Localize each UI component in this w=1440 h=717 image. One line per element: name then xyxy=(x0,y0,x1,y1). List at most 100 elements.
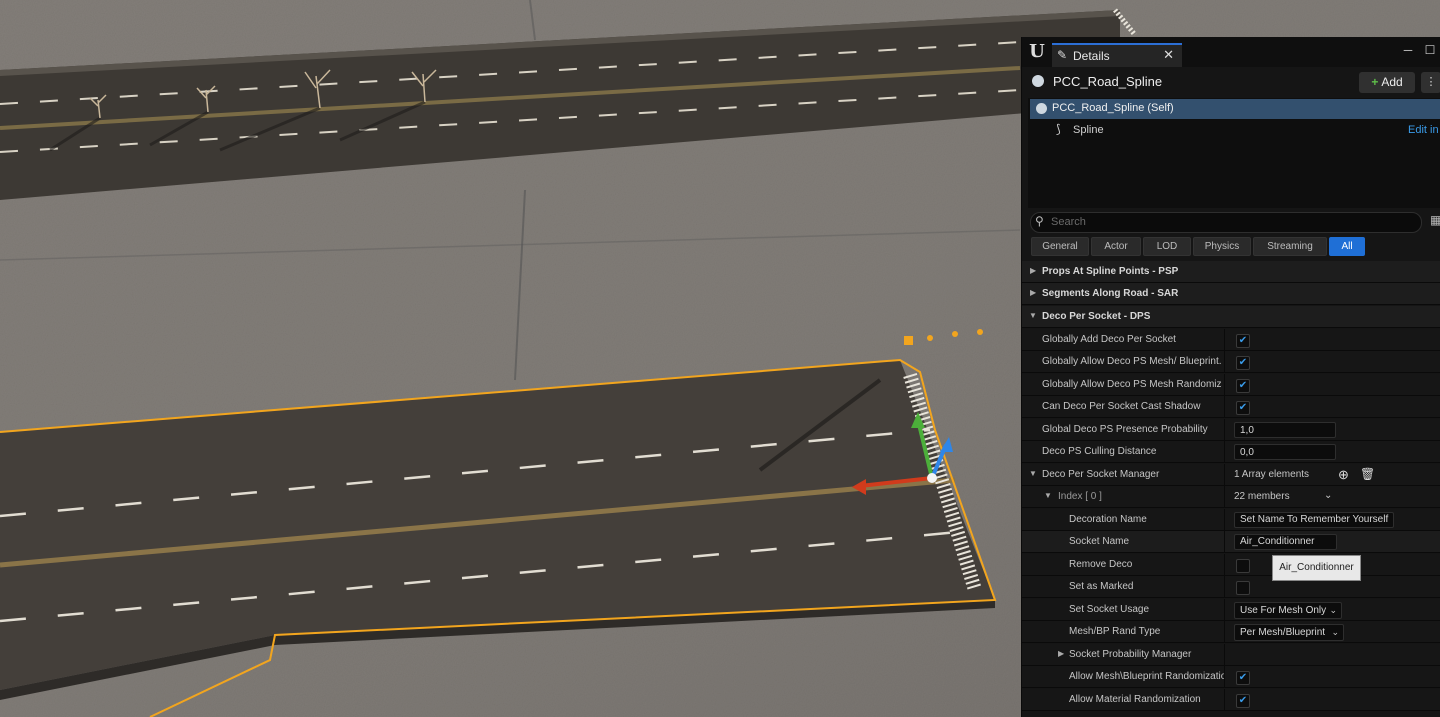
add-component-button[interactable]: + Add xyxy=(1359,72,1415,93)
prop-label: Globally Add Deco Per Socket xyxy=(1042,334,1176,345)
allow-mesh-bp-rand-checkbox[interactable]: ✔ xyxy=(1236,671,1250,685)
window-controls: ─ ☐ xyxy=(1397,43,1440,57)
collapse-icon[interactable]: ▼ xyxy=(1044,491,1052,500)
tab-title: Details xyxy=(1073,49,1110,63)
prop-label: Allow Material Randomization xyxy=(1069,694,1201,705)
edit-in-link[interactable]: Edit in xyxy=(1408,124,1439,136)
filter-physics[interactable]: Physics xyxy=(1193,237,1251,256)
category-dps[interactable]: ▼ Deco Per Socket - DPS xyxy=(1022,306,1440,328)
column-divider xyxy=(1224,576,1225,598)
component-label: Spline xyxy=(1073,124,1104,136)
prop-socket-usage: Set Socket Usage Use For Mesh Only ⌄ xyxy=(1022,599,1440,621)
expand-icon: ▶ xyxy=(1030,266,1037,275)
select-value: Per Mesh/Blueprint xyxy=(1240,627,1326,638)
decoration-name-input[interactable]: Set Name To Remember Yourself xyxy=(1234,512,1394,528)
column-divider xyxy=(1224,486,1225,508)
details-panel: U ✎ Details ✕ ─ ☐ PCC_Road_Spline + Add ⋮ … xyxy=(1021,37,1440,717)
close-icon[interactable]: ✕ xyxy=(1163,47,1174,63)
rand-type-select[interactable]: Per Mesh/Blueprint ⌄ xyxy=(1234,624,1344,641)
minimize-icon[interactable]: ─ xyxy=(1397,43,1419,57)
prop-culling-distance: Deco PS Culling Distance 0,0 xyxy=(1022,441,1440,463)
set-marked-checkbox[interactable] xyxy=(1236,581,1250,595)
category-psp[interactable]: ▶ Props At Spline Points - PSP xyxy=(1022,261,1440,283)
column-divider xyxy=(1224,351,1225,373)
column-divider xyxy=(1224,464,1225,486)
prop-decoration-name: Decoration Name Set Name To Remember You… xyxy=(1022,509,1440,531)
filter-streaming[interactable]: Streaming xyxy=(1253,237,1327,256)
column-divider xyxy=(1224,441,1225,463)
prop-label: Set Socket Usage xyxy=(1069,604,1150,615)
property-matrix-icon[interactable]: ▦ xyxy=(1430,213,1440,227)
filter-lod[interactable]: LOD xyxy=(1143,237,1191,256)
column-divider xyxy=(1224,531,1225,553)
maximize-icon[interactable]: ☐ xyxy=(1419,43,1440,57)
category-sar[interactable]: ▶ Segments Along Road - SAR xyxy=(1022,283,1440,305)
prop-label: Deco Per Socket Manager xyxy=(1042,469,1160,480)
chevron-down-icon: ⌄ xyxy=(1331,627,1339,637)
column-divider xyxy=(1224,509,1225,531)
prop-socket-name: Socket Name Air_Conditionner xyxy=(1022,531,1440,553)
pencil-icon: ✎ xyxy=(1057,48,1068,62)
actor-icon xyxy=(1032,75,1044,87)
prop-label: Globally Allow Deco PS Mesh/ Blueprint..… xyxy=(1042,356,1222,367)
expand-icon[interactable]: ▶ xyxy=(1058,649,1064,658)
allow-mesh-rand-checkbox[interactable]: ✔ xyxy=(1236,379,1250,393)
allow-mat-rand-checkbox[interactable]: ✔ xyxy=(1236,694,1250,708)
component-item-spline[interactable]: ⟆ Spline Edit in xyxy=(1028,121,1440,141)
prop-remove-deco: Remove Deco xyxy=(1022,554,1440,576)
prop-rand-type: Mesh/BP Rand Type Per Mesh/Blueprint ⌄ xyxy=(1022,621,1440,643)
prop-label: Index [ 0 ] xyxy=(1058,491,1102,502)
socket-name-input[interactable]: Air_Conditionner xyxy=(1234,534,1337,550)
category-label: Segments Along Road - SAR xyxy=(1042,288,1179,299)
prop-label: Globally Allow Deco PS Mesh Randomizat..… xyxy=(1042,379,1222,390)
prop-label: Global Deco PS Presence Probability xyxy=(1042,424,1208,435)
culling-distance-input[interactable]: 0,0 xyxy=(1234,444,1336,460)
trash-icon[interactable]: 🗑 xyxy=(1360,467,1375,481)
filter-all[interactable]: All xyxy=(1329,237,1365,256)
column-divider xyxy=(1224,396,1225,418)
add-label: Add xyxy=(1381,75,1403,89)
component-tree: PCC_Road_Spline (Self) ⟆ Spline Edit in xyxy=(1028,98,1440,208)
collapse-icon: ▼ xyxy=(1029,311,1037,320)
blueprint-options-icon[interactable]: ⋮ xyxy=(1421,72,1440,93)
unreal-logo-icon: U xyxy=(1029,41,1045,62)
socket-usage-select[interactable]: Use For Mesh Only ⌄ xyxy=(1234,602,1342,619)
column-divider xyxy=(1224,554,1225,576)
prop-label: Allow Mesh\Blueprint Randomization xyxy=(1069,671,1224,682)
allow-mesh-bp-checkbox[interactable]: ✔ xyxy=(1236,356,1250,370)
column-divider xyxy=(1224,419,1225,441)
prop-label: Set as Marked xyxy=(1069,581,1134,592)
chevron-down-icon[interactable]: ⌄ xyxy=(1324,490,1332,501)
search-input[interactable] xyxy=(1051,214,1411,230)
prop-label: Socket Name xyxy=(1069,536,1130,547)
prop-globally-add: Globally Add Deco Per Socket ✔ xyxy=(1022,329,1440,351)
member-count: 22 members xyxy=(1234,491,1290,502)
tab-details[interactable]: ✎ Details ✕ xyxy=(1052,43,1182,67)
prop-allow-mesh-bp-rand: Allow Mesh\Blueprint Randomization ✔ xyxy=(1022,666,1440,688)
socket-name-tooltip: Air_Conditionner xyxy=(1272,555,1361,581)
category-label: Deco Per Socket - DPS xyxy=(1042,311,1151,322)
spline-icon: ⟆ xyxy=(1056,122,1061,136)
filter-general[interactable]: General xyxy=(1031,237,1089,256)
column-divider xyxy=(1224,599,1225,621)
prop-socket-prob-manager: ▶ Socket Probability Manager xyxy=(1022,644,1440,666)
prop-allow-mesh-rand: Globally Allow Deco PS Mesh Randomizat..… xyxy=(1022,374,1440,396)
component-label: PCC_Road_Spline (Self) xyxy=(1052,102,1174,114)
filter-actor[interactable]: Actor xyxy=(1091,237,1141,256)
cast-shadow-checkbox[interactable]: ✔ xyxy=(1236,401,1250,415)
add-element-icon[interactable]: ⊕ xyxy=(1338,467,1349,483)
component-item-self[interactable]: PCC_Road_Spline (Self) xyxy=(1030,99,1440,119)
globally-add-checkbox[interactable]: ✔ xyxy=(1236,334,1250,348)
presence-probability-input[interactable]: 1,0 xyxy=(1234,422,1336,438)
select-value: Use For Mesh Only xyxy=(1240,605,1327,616)
actor-name[interactable]: PCC_Road_Spline xyxy=(1053,74,1162,89)
collapse-icon[interactable]: ▼ xyxy=(1029,469,1037,478)
panel-tab-bar: U ✎ Details ✕ ─ ☐ xyxy=(1022,37,1440,67)
actor-icon xyxy=(1036,103,1047,114)
column-divider xyxy=(1224,666,1225,688)
prop-label: Socket Probability Manager xyxy=(1069,649,1192,660)
plus-icon: + xyxy=(1371,75,1379,89)
column-divider xyxy=(1224,374,1225,396)
prop-cast-shadow: Can Deco Per Socket Cast Shadow ✔ xyxy=(1022,396,1440,418)
remove-deco-checkbox[interactable] xyxy=(1236,559,1250,573)
